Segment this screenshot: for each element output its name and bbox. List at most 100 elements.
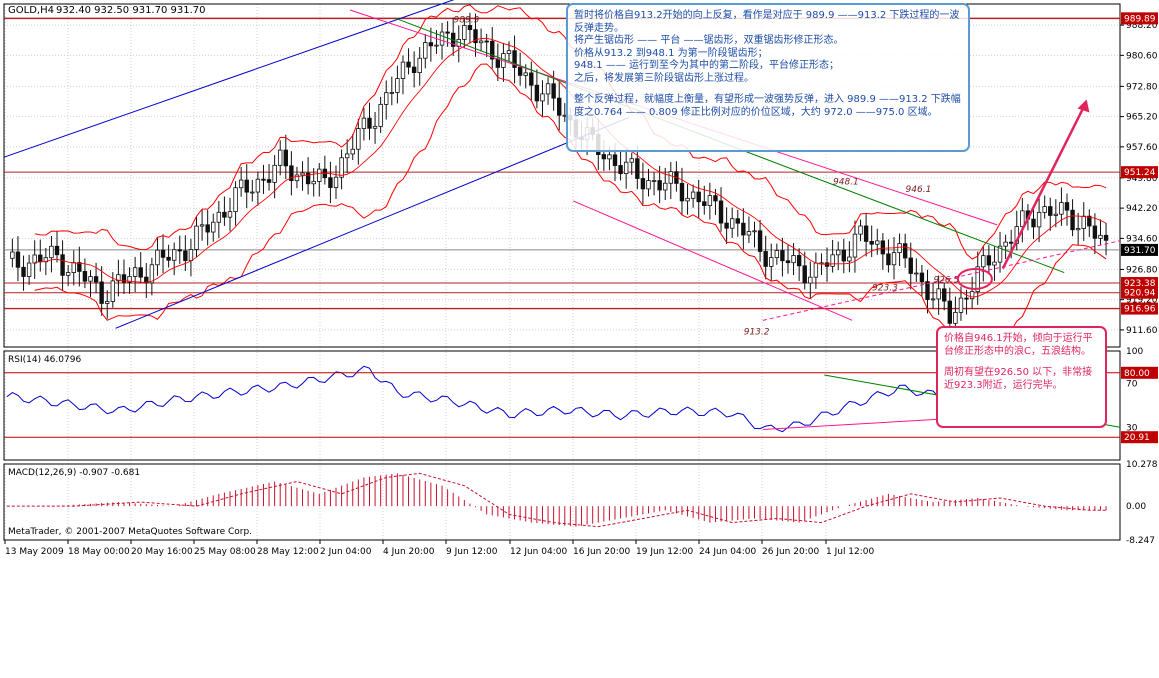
macd-y-tick-label: -8.247 xyxy=(1126,536,1155,546)
channel-up-upper xyxy=(3,0,455,158)
candle-body xyxy=(294,174,300,182)
candle-body xyxy=(640,178,646,190)
candle-body xyxy=(629,158,634,163)
x-tick-label: 4 Jun 20:00 xyxy=(383,547,435,557)
candle-body xyxy=(15,251,21,268)
rsi-title: RSI(14) 46.0796 xyxy=(8,355,81,365)
x-tick-label: 24 Jun 04:00 xyxy=(699,547,756,557)
candle-body xyxy=(1031,218,1036,228)
candle-body xyxy=(724,222,729,229)
candle-body xyxy=(132,267,138,277)
candle-body xyxy=(88,276,93,282)
candle-body xyxy=(1092,225,1098,239)
x-tick-label: 2 Jun 04:00 xyxy=(320,547,372,557)
candle-body xyxy=(205,224,210,233)
candle-body xyxy=(77,262,82,272)
candle-body xyxy=(791,255,796,264)
candle-body xyxy=(919,272,925,283)
candle-body xyxy=(863,225,869,242)
candle-body xyxy=(484,40,489,43)
candle-body xyxy=(227,211,233,218)
macd-y-tick-label: 0.00 xyxy=(1126,502,1146,512)
candle-body xyxy=(651,180,657,182)
candle-body xyxy=(685,197,690,202)
candle-body xyxy=(663,182,668,191)
candle-body xyxy=(757,230,763,252)
projection-arrow-head xyxy=(1077,99,1090,113)
candle-body xyxy=(769,257,774,267)
candle-body xyxy=(852,233,858,258)
candle-body xyxy=(623,161,629,175)
candle-body xyxy=(1042,206,1047,213)
target-ellipse xyxy=(956,267,993,290)
candle-body xyxy=(188,249,194,261)
candle-body xyxy=(657,180,662,191)
swing-annotation: 948.1 xyxy=(833,177,859,187)
candle-body xyxy=(1064,202,1070,211)
level-label: 931.70 xyxy=(1124,246,1156,256)
candle-body xyxy=(233,187,238,213)
candle-body xyxy=(964,297,969,300)
candle-body xyxy=(875,240,880,245)
candle-body xyxy=(389,92,395,94)
level-label: 916.96 xyxy=(1124,305,1156,315)
x-tick-label: 19 Jun 12:00 xyxy=(636,547,693,557)
candle-body xyxy=(71,262,76,273)
price-y-tick-label: 972.80 xyxy=(1126,82,1158,92)
candle-body xyxy=(400,61,406,79)
candle-body xyxy=(847,256,852,262)
candle-body xyxy=(99,281,104,304)
candle-body xyxy=(729,218,735,229)
candle-body xyxy=(367,117,372,129)
candle-body xyxy=(841,249,846,262)
candle-body xyxy=(339,157,344,178)
candle-body xyxy=(1103,234,1109,241)
candle-body xyxy=(506,50,512,54)
candle-body xyxy=(222,211,227,218)
candle-body xyxy=(529,72,534,86)
channel-up-lower xyxy=(115,116,630,329)
candle-body xyxy=(774,250,780,259)
candle-body xyxy=(780,250,785,262)
candle-body xyxy=(378,103,383,127)
candle-body xyxy=(908,257,913,274)
candle-body xyxy=(830,254,835,267)
candle-body xyxy=(372,125,378,129)
candle-body xyxy=(356,128,361,150)
macd-signal-line xyxy=(6,472,1107,528)
level-label: 989.89 xyxy=(1124,14,1156,24)
note-blue-line-1: 暂时将价格自913.2开始的向上反复，看作是对应于 989.9 ——913.2 … xyxy=(574,10,960,34)
candle-body xyxy=(411,66,417,74)
candle-body xyxy=(65,272,71,276)
candle-body xyxy=(958,297,964,313)
candle-body xyxy=(278,149,283,166)
candle-body xyxy=(690,191,696,199)
candle-body xyxy=(1008,241,1014,244)
candle-body xyxy=(1081,215,1086,229)
swing-annotation: 913.2 xyxy=(744,327,770,337)
candle-body xyxy=(93,276,99,283)
candle-body xyxy=(551,83,556,99)
candle-body xyxy=(1020,210,1025,228)
candle-body xyxy=(317,168,322,182)
candle-body xyxy=(417,57,422,74)
candle-body xyxy=(495,58,501,68)
swing-annotation: 926.5 xyxy=(933,276,959,286)
rsi-level-label: 80.00 xyxy=(1124,369,1150,379)
candle-body xyxy=(110,280,116,302)
candle-body xyxy=(925,281,930,300)
candle-body xyxy=(238,179,244,189)
candle-body xyxy=(434,44,439,47)
level-label: 951.24 xyxy=(1124,168,1156,178)
rsi-level-label: 20.91 xyxy=(1124,433,1150,443)
candle-body xyxy=(930,298,936,301)
candle-body xyxy=(668,171,674,184)
candle-body xyxy=(735,218,740,224)
swing-annotation: 989.9 xyxy=(454,15,480,25)
candle-body xyxy=(199,224,205,227)
candle-body xyxy=(557,97,562,116)
candle-body xyxy=(395,78,400,93)
level-label: 920.94 xyxy=(1124,289,1156,299)
candle-body xyxy=(947,300,953,324)
candle-body xyxy=(618,165,623,175)
